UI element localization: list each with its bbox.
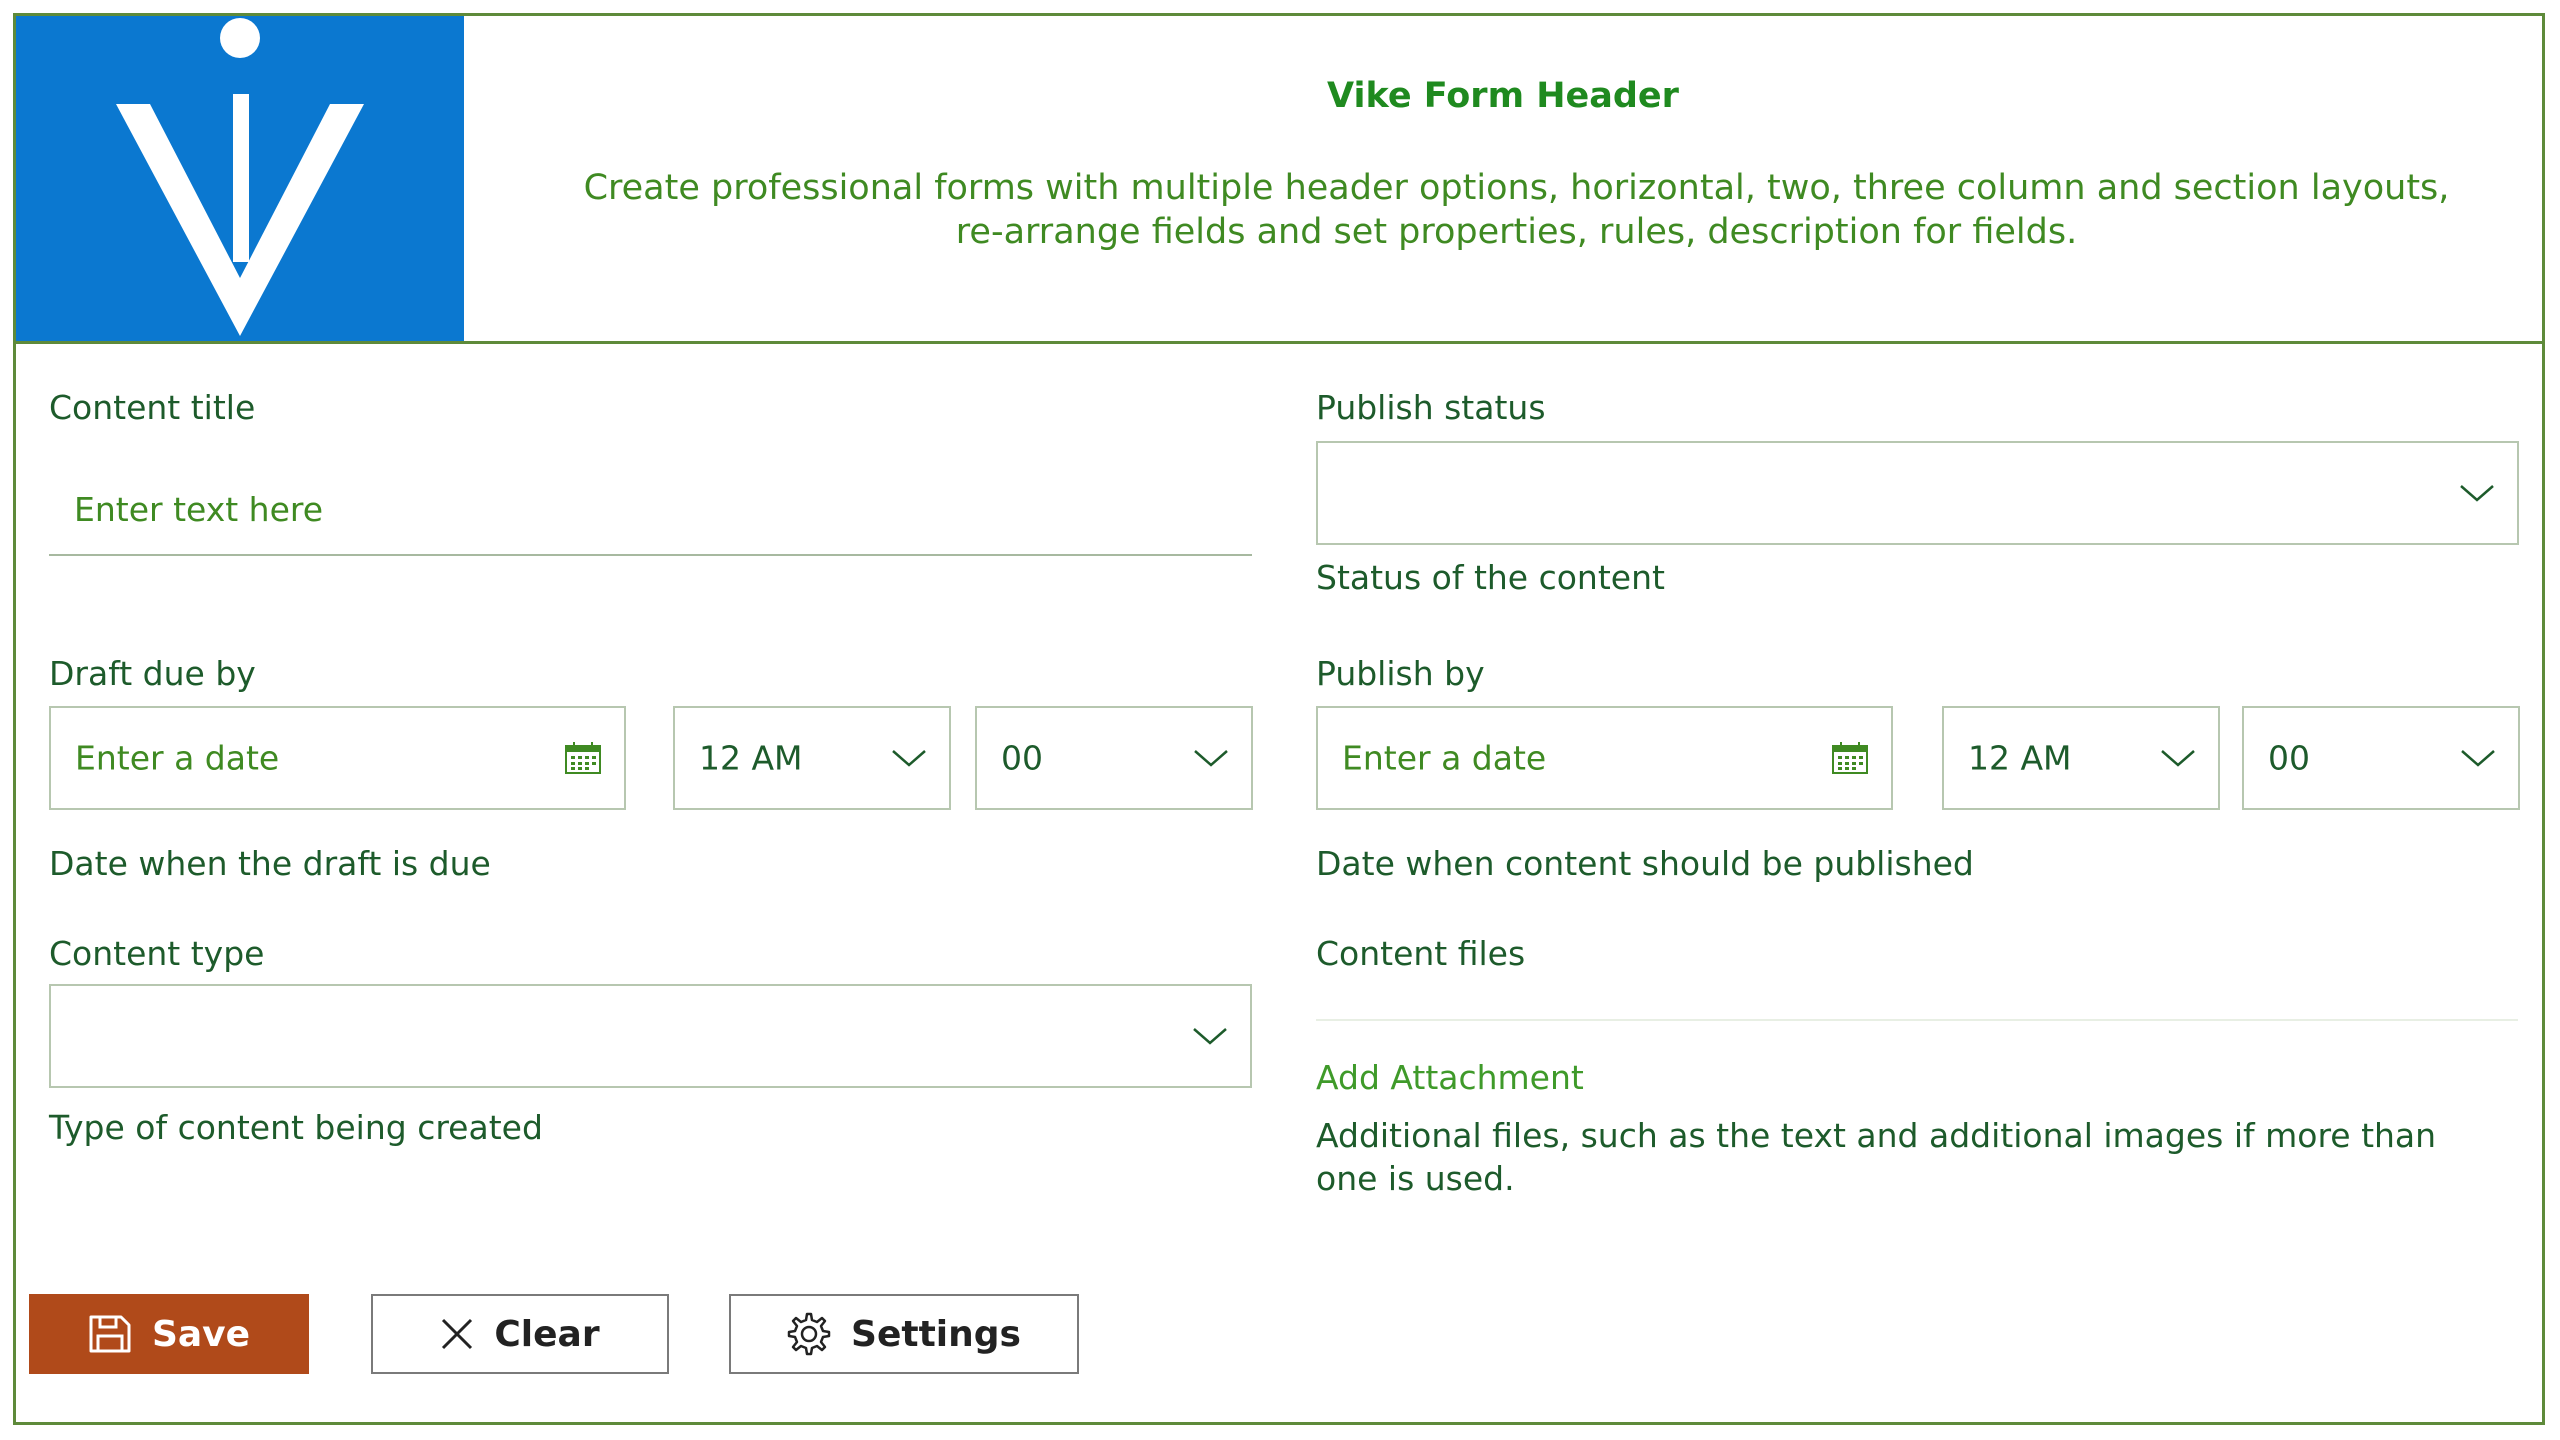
chevron-down-icon bbox=[2461, 750, 2495, 767]
save-button-label: Save bbox=[151, 1313, 251, 1355]
header-description-line1: Create professional forms with multiple … bbox=[583, 168, 2450, 208]
add-attachment-link[interactable]: Add Attachment bbox=[1316, 1058, 1584, 1097]
publish-status-label: Publish status bbox=[1316, 388, 1546, 427]
draft-due-date-placeholder: Enter a date bbox=[75, 738, 280, 778]
content-type-dropdown[interactable] bbox=[49, 984, 1252, 1088]
clear-button[interactable]: Clear bbox=[371, 1294, 669, 1374]
content-type-label: Content type bbox=[49, 934, 265, 973]
chevron-down-icon bbox=[2161, 750, 2195, 767]
clear-button-label: Clear bbox=[494, 1313, 600, 1355]
settings-button-label: Settings bbox=[851, 1313, 1021, 1355]
vike-logo bbox=[16, 16, 464, 341]
close-icon bbox=[442, 1318, 473, 1350]
publish-by-date-placeholder: Enter a date bbox=[1342, 738, 1547, 778]
chevron-down-icon bbox=[2460, 485, 2494, 502]
draft-due-minute-dropdown[interactable]: 00 bbox=[975, 706, 1253, 810]
content-title-input[interactable] bbox=[49, 464, 1252, 556]
chevron-down-icon bbox=[1193, 1028, 1227, 1045]
content-files-helper: Additional files, such as the text and a… bbox=[1316, 1114, 2436, 1200]
content-files-helper-line2: one is used. bbox=[1316, 1159, 1515, 1198]
header-description-line2: re-arrange fields and set properties, ru… bbox=[955, 212, 2078, 252]
form-container: Vike Form Header Create professional for… bbox=[13, 13, 2545, 1425]
publish-by-date-picker[interactable]: Enter a date bbox=[1316, 706, 1893, 810]
save-button[interactable]: Save bbox=[29, 1294, 309, 1374]
save-icon bbox=[89, 1315, 131, 1353]
content-title-label: Content title bbox=[49, 388, 256, 427]
draft-due-hour-dropdown[interactable]: 12 AM bbox=[673, 706, 951, 810]
content-files-divider bbox=[1316, 1019, 2518, 1021]
content-type-helper: Type of content being created bbox=[49, 1108, 543, 1147]
publish-by-minute-value: 00 bbox=[2268, 738, 2310, 778]
publish-status-helper: Status of the content bbox=[1316, 558, 1665, 597]
calendar-icon[interactable] bbox=[1831, 741, 1869, 775]
publish-by-label: Publish by bbox=[1316, 654, 1485, 693]
draft-due-by-label: Draft due by bbox=[49, 654, 256, 693]
content-files-helper-line1: Additional files, such as the text and a… bbox=[1316, 1116, 2437, 1155]
gear-icon bbox=[787, 1312, 831, 1356]
chevron-down-icon bbox=[892, 750, 926, 767]
publish-by-hour-value: 12 AM bbox=[1968, 738, 2072, 778]
header-description: Create professional forms with multiple … bbox=[506, 166, 2527, 254]
draft-due-helper: Date when the draft is due bbox=[49, 844, 491, 883]
header-title: Vike Form Header bbox=[1327, 76, 1679, 116]
publish-status-dropdown[interactable] bbox=[1316, 441, 2519, 545]
content-files-label: Content files bbox=[1316, 934, 1526, 973]
calendar-icon[interactable] bbox=[564, 741, 602, 775]
chevron-down-icon bbox=[1194, 750, 1228, 767]
draft-due-minute-value: 00 bbox=[1001, 738, 1043, 778]
settings-button[interactable]: Settings bbox=[729, 1294, 1079, 1374]
publish-by-minute-dropdown[interactable]: 00 bbox=[2242, 706, 2520, 810]
draft-due-hour-value: 12 AM bbox=[699, 738, 803, 778]
publish-by-hour-dropdown[interactable]: 12 AM bbox=[1942, 706, 2220, 810]
form-header: Vike Form Header Create professional for… bbox=[16, 16, 2542, 344]
draft-due-date-picker[interactable]: Enter a date bbox=[49, 706, 626, 810]
publish-by-helper: Date when content should be published bbox=[1316, 844, 1974, 883]
